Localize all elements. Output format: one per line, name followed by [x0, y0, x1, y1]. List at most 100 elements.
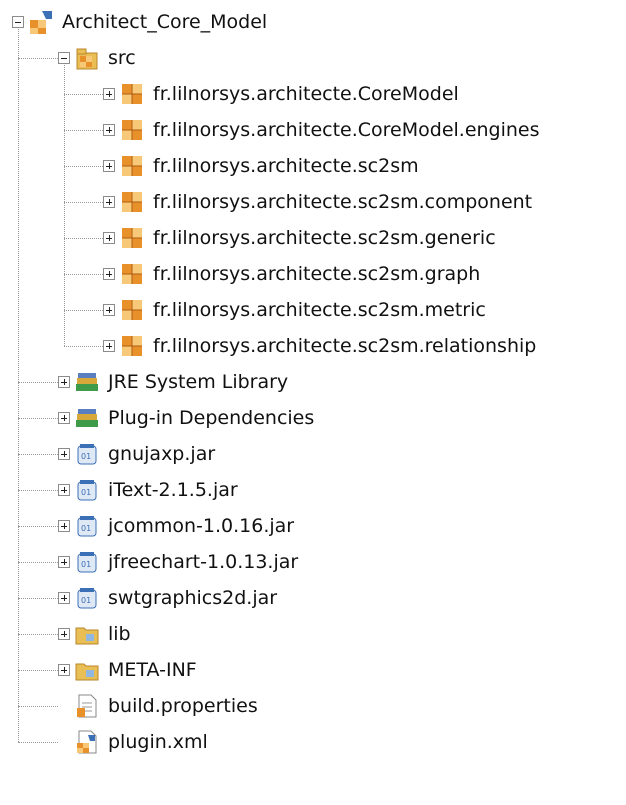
expand-toggle-icon[interactable]	[58, 448, 70, 460]
package-icon	[119, 153, 145, 179]
tree-item-src[interactable]: src	[58, 40, 136, 76]
jar-icon: 01	[74, 441, 100, 467]
expand-toggle-icon[interactable]	[103, 88, 115, 100]
tree-connector-line	[18, 526, 58, 527]
package-icon	[119, 189, 145, 215]
tree-item-package-6[interactable]: fr.lilnorsys.architecte.sc2sm.metric	[103, 292, 486, 328]
tree-item-item-10[interactable]: plugin.xml	[58, 724, 208, 760]
package-icon	[119, 117, 145, 143]
expand-toggle-icon[interactable]	[58, 556, 70, 568]
plugin-xml-icon	[74, 729, 100, 755]
svg-text:J: J	[41, 12, 44, 20]
tree-item-item-4[interactable]: 01 jcommon-1.0.16.jar	[58, 508, 294, 544]
tree-item-label: Architect_Core_Model	[62, 11, 268, 33]
collapse-toggle-icon[interactable]	[12, 16, 24, 28]
tree-connector-line	[64, 238, 103, 239]
tree-item-item-1[interactable]: Plug-in Dependencies	[58, 400, 314, 436]
tree-connector-line	[64, 310, 103, 311]
tree-item-label: gnujaxp.jar	[108, 443, 216, 465]
jar-icon: 01	[74, 585, 100, 611]
tree-item-label: fr.lilnorsys.architecte.sc2sm.relationsh…	[153, 335, 537, 357]
tree-item-item-9[interactable]: build.properties	[58, 688, 258, 724]
folder-icon	[74, 621, 100, 647]
tree-item-label: fr.lilnorsys.architecte.sc2sm.metric	[153, 299, 486, 321]
tree-item-package-4[interactable]: fr.lilnorsys.architecte.sc2sm.generic	[103, 220, 496, 256]
tree-item-item-7[interactable]: lib	[58, 616, 131, 652]
expand-toggle-icon[interactable]	[103, 232, 115, 244]
expand-toggle-icon[interactable]	[58, 376, 70, 388]
svg-text:01: 01	[81, 560, 91, 569]
tree-connector-line	[18, 490, 58, 491]
expand-toggle-icon[interactable]	[103, 124, 115, 136]
tree-item-label: fr.lilnorsys.architecte.sc2sm	[153, 155, 419, 177]
expand-toggle-icon[interactable]	[103, 304, 115, 316]
expand-toggle-icon[interactable]	[58, 484, 70, 496]
tree-item-label: fr.lilnorsys.architecte.sc2sm.graph	[153, 263, 481, 285]
tree-connector-line	[18, 58, 58, 59]
folder-icon	[74, 657, 100, 683]
tree-item-package-3[interactable]: fr.lilnorsys.architecte.sc2sm.component	[103, 184, 532, 220]
tree-item-label: iText-2.1.5.jar	[108, 479, 238, 501]
collapse-toggle-icon[interactable]	[58, 52, 70, 64]
tree-connector-line	[64, 274, 103, 275]
tree-item-item-6[interactable]: 01 swtgraphics2d.jar	[58, 580, 277, 616]
tree-item-label: jfreechart-1.0.13.jar	[108, 551, 299, 573]
plugin-project-icon: J	[28, 9, 54, 35]
expand-toggle-icon[interactable]	[58, 520, 70, 532]
tree-connector-line	[64, 94, 103, 95]
tree-item-package-7[interactable]: fr.lilnorsys.architecte.sc2sm.relationsh…	[103, 328, 536, 364]
tree-item-package-5[interactable]: fr.lilnorsys.architecte.sc2sm.graph	[103, 256, 480, 292]
jar-icon: 01	[74, 549, 100, 575]
package-icon	[119, 297, 145, 323]
tree-connector-line	[18, 634, 58, 635]
tree-item-label: fr.lilnorsys.architecte.sc2sm.component	[153, 191, 533, 213]
properties-file-icon	[74, 693, 100, 719]
tree-connector-line	[64, 130, 103, 131]
expand-toggle-icon[interactable]	[103, 160, 115, 172]
tree-connector-line	[18, 598, 58, 599]
expand-toggle-icon[interactable]	[103, 268, 115, 280]
tree-item-label: build.properties	[108, 695, 258, 717]
tree-connector-line	[18, 29, 19, 742]
svg-text:01: 01	[81, 524, 91, 533]
tree-connector-line	[18, 742, 58, 743]
expand-toggle-icon[interactable]	[103, 340, 115, 352]
tree-connector-line	[18, 670, 58, 671]
tree-item-label: lib	[108, 623, 131, 645]
tree-item-label: fr.lilnorsys.architecte.CoreModel	[153, 83, 459, 105]
tree-connector-line	[18, 454, 58, 455]
tree-connector-line	[64, 65, 65, 346]
expand-toggle-icon[interactable]	[103, 196, 115, 208]
library-icon	[74, 405, 100, 431]
tree-item-item-0[interactable]: JRE System Library	[58, 364, 288, 400]
tree-item-item-8[interactable]: META-INF	[58, 652, 197, 688]
tree-item-item-2[interactable]: 01 gnujaxp.jar	[58, 436, 215, 472]
svg-text:01: 01	[81, 452, 91, 461]
expand-toggle-icon[interactable]	[58, 592, 70, 604]
tree-item-label: META-INF	[108, 659, 197, 681]
library-icon	[74, 369, 100, 395]
tree-item-package-0[interactable]: fr.lilnorsys.architecte.CoreModel	[103, 76, 459, 112]
tree-item-package-2[interactable]: fr.lilnorsys.architecte.sc2sm	[103, 148, 419, 184]
expand-toggle-icon[interactable]	[58, 412, 70, 424]
tree-item-item-5[interactable]: 01 jfreechart-1.0.13.jar	[58, 544, 298, 580]
svg-text:01: 01	[81, 488, 91, 497]
jar-icon: 01	[74, 513, 100, 539]
project-explorer-tree: J Architect_Core_Modelsrc fr.lilnorsys.arc…	[0, 0, 626, 805]
jar-icon: 01	[74, 477, 100, 503]
tree-item-item-3[interactable]: 01 iText-2.1.5.jar	[58, 472, 238, 508]
tree-connector-line	[18, 706, 58, 707]
tree-item-label: JRE System Library	[108, 371, 289, 393]
tree-item-label: fr.lilnorsys.architecte.sc2sm.generic	[153, 227, 496, 249]
expand-toggle-icon[interactable]	[58, 628, 70, 640]
expand-toggle-icon[interactable]	[58, 664, 70, 676]
tree-connector-line	[64, 346, 103, 347]
tree-item-label: jcommon-1.0.16.jar	[108, 515, 295, 537]
tree-item-root[interactable]: J Architect_Core_Model	[12, 4, 267, 40]
tree-item-package-1[interactable]: fr.lilnorsys.architecte.CoreModel.engine…	[103, 112, 540, 148]
package-icon	[119, 333, 145, 359]
package-icon	[119, 81, 145, 107]
tree-item-label: fr.lilnorsys.architecte.CoreModel.engine…	[153, 119, 540, 141]
package-icon	[119, 225, 145, 251]
tree-item-label: plugin.xml	[108, 731, 208, 753]
